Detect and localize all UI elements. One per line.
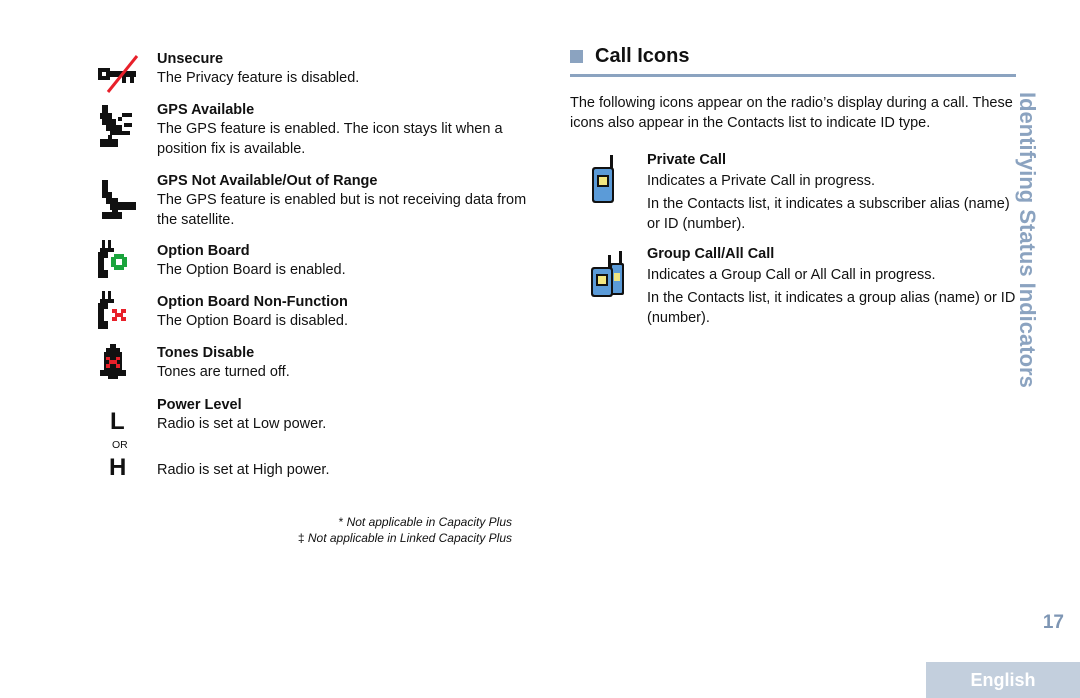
list-item-gps-available: GPS Available The GPS feature is enabled…: [92, 101, 532, 172]
list-item-private-call: Private Call Indicates a Private Call in…: [570, 151, 1016, 234]
item-title: Private Call: [647, 152, 726, 168]
group-call-icon: [590, 249, 626, 302]
footnote-text: Not applicable in Linked Capacity Plus: [307, 531, 512, 545]
item-desc: In the Contacts list, it indicates a sub…: [647, 196, 1010, 232]
item-desc: Indicates a Group Call or All Call in pr…: [647, 267, 936, 283]
language-tab[interactable]: English: [926, 662, 1080, 698]
item-title: Group Call/All Call: [647, 246, 775, 262]
chapter-side-title: Identifying Status Indicators: [1015, 92, 1072, 432]
option-board-icon: [94, 238, 138, 286]
item-desc: The Option Board is disabled.: [157, 313, 349, 329]
footnote-text: Not applicable in Capacity Plus: [346, 515, 512, 529]
footnote-mark: ‡: [297, 531, 305, 545]
option-board-non-function-icon: [94, 289, 138, 337]
footnote: * Not applicable in Capacity Plus: [240, 514, 512, 530]
item-desc: Indicates a Private Call in progress.: [647, 173, 876, 189]
item-title: Option Board: [157, 243, 250, 259]
item-desc: In the Contacts list, it indicates a gro…: [647, 290, 1016, 326]
item-desc: Radio is set at Low power.: [157, 416, 327, 432]
gps-available-icon: [94, 103, 138, 151]
item-title: Tones Disable: [157, 345, 255, 361]
item-desc: Radio is set at High power.: [157, 462, 330, 478]
item-title: GPS Available: [157, 102, 255, 118]
private-call-icon: [590, 153, 620, 210]
status-icons-list: Unsecure The Privacy feature is disabled…: [92, 50, 532, 480]
item-title: GPS Not Available/Out of Range: [157, 173, 378, 189]
list-item-unsecure: Unsecure The Privacy feature is disabled…: [92, 50, 532, 101]
gps-not-available-icon: [94, 178, 138, 226]
item-desc: The GPS feature is enabled. The icon sta…: [157, 121, 503, 157]
list-item-option-board: Option Board The Option Board is enabled…: [92, 240, 532, 293]
footnote: ‡ Not applicable in Linked Capacity Plus: [240, 530, 512, 546]
power-level-icon: L OR H: [94, 410, 134, 490]
list-item-power-level: L OR H Power Level Radio is set at Low p…: [92, 396, 532, 480]
low-power-glyph: L: [110, 408, 125, 435]
call-icons-section: Call Icons The following icons appear on…: [570, 42, 1016, 328]
item-desc: The Option Board is enabled.: [157, 262, 346, 278]
footnote-mark: *: [338, 515, 344, 529]
section-heading: Call Icons: [570, 42, 1016, 70]
item-title: Option Board Non-Function: [157, 294, 348, 310]
item-desc: The Privacy feature is disabled.: [157, 70, 360, 86]
item-desc: Tones are turned off.: [157, 364, 290, 380]
item-title: Power Level: [157, 397, 242, 413]
list-item-option-board-non-function: Option Board Non-Function The Option Boa…: [92, 291, 532, 344]
section-title: Call Icons: [595, 44, 690, 67]
page-number: 17: [1042, 612, 1064, 633]
list-item-gps-not-available: GPS Not Available/Out of Range The GPS f…: [92, 172, 532, 242]
list-item-group-call: Group Call/All Call Indicates a Group Ca…: [570, 245, 1016, 328]
item-title: Unsecure: [157, 51, 224, 67]
list-item-tones-disable: Tones Disable Tones are turned off.: [92, 344, 532, 396]
high-power-glyph: H: [109, 454, 127, 481]
footnotes: * Not applicable in Capacity Plus ‡ Not …: [240, 514, 512, 546]
unsecure-key-icon: [94, 54, 139, 102]
chapter-title-text: Identifying Status Indicators: [1015, 92, 1040, 388]
or-label: OR: [112, 439, 128, 451]
section-intro: The following icons appear on the radio’…: [570, 95, 1013, 131]
tones-disable-icon: [94, 342, 138, 390]
section-divider: [570, 74, 1016, 77]
item-desc: The GPS feature is enabled but is not re…: [157, 192, 527, 228]
heading-square-icon: [570, 49, 583, 63]
